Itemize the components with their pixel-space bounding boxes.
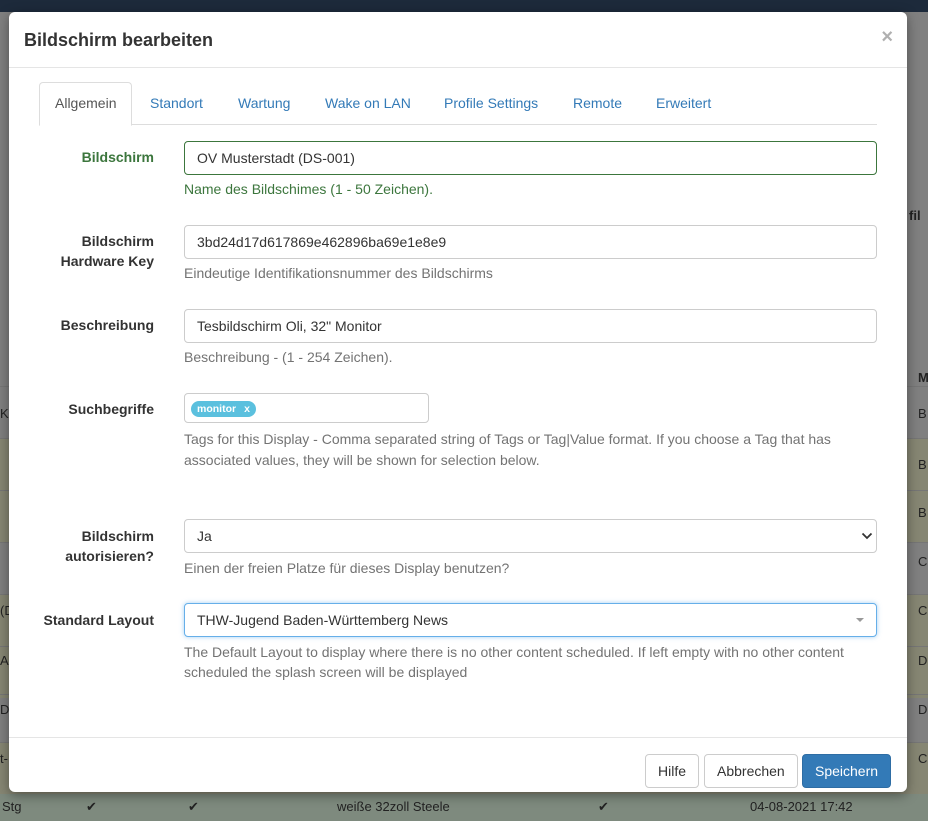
tag-remove-icon[interactable]: x	[244, 403, 250, 415]
hardware-key-label: Bildschirm Hardware Key	[34, 231, 154, 271]
default-layout-label: Standard Layout	[43, 612, 154, 628]
tab-standort[interactable]: Standort	[135, 82, 218, 125]
cancel-button[interactable]: Abbrechen	[704, 754, 798, 788]
hardware-key-input[interactable]: 3bd24d17d617869e462896ba69e1e8e9	[184, 225, 877, 259]
background-cell: t-	[0, 751, 8, 766]
tab-remote[interactable]: Remote	[558, 82, 637, 125]
tab-allgemein[interactable]: Allgemein	[39, 82, 133, 126]
background-cell: Stg	[2, 799, 22, 814]
background-column-header: fil	[909, 208, 921, 223]
tag-chip-label: monitor	[197, 403, 237, 415]
background-cell: C	[918, 554, 928, 569]
background-cell: B	[918, 406, 927, 421]
authorize-select[interactable]: Ja	[184, 519, 877, 553]
help-button[interactable]: Hilfe	[645, 754, 700, 788]
chevron-down-icon	[861, 532, 873, 540]
default-layout-select-value: THW-Jugend Baden-Württemberg News	[197, 612, 449, 628]
background-bottom-row: Stg ✔ ✔ weiße 32zoll Steele ✔ 04-08-2021…	[0, 794, 928, 821]
background-cell: D	[0, 702, 10, 717]
background-cell: weiße 32zoll Steele	[337, 799, 450, 814]
tags-help-line2: associated values, they will be shown fo…	[184, 452, 540, 468]
background-cell: C	[918, 751, 928, 766]
authorize-help: Einen der freien Platze für dieses Displ…	[184, 560, 510, 576]
display-name-label: Bildschirm	[81, 149, 154, 165]
description-help: Beschreibung - (1 - 254 Zeichen).	[184, 349, 393, 365]
description-label: Beschreibung	[60, 317, 154, 333]
caret-down-icon	[856, 618, 864, 622]
tab-wake-on-lan[interactable]: Wake on LAN	[310, 82, 426, 125]
background-cell: K	[0, 406, 9, 421]
modal-footer: Hilfe Abbrechen Speichern	[9, 737, 907, 792]
background-topbar	[0, 0, 928, 12]
tab-erweitert[interactable]: Erweitert	[641, 82, 726, 125]
hardware-key-label-line1: Bildschirm	[81, 233, 154, 249]
check-icon: ✔	[188, 799, 199, 814]
authorize-select-value: Ja	[197, 528, 212, 544]
modal-title: Bildschirm bearbeiten	[24, 30, 214, 50]
edit-display-modal: Bildschirm bearbeiten × Allgemein Stando…	[9, 12, 907, 792]
tab-bar: Allgemein Standort Wartung Wake on LAN P…	[39, 82, 877, 126]
background-column-header: M	[918, 370, 928, 385]
default-layout-select[interactable]: THW-Jugend Baden-Württemberg News	[184, 603, 877, 637]
background-cell: C	[918, 603, 928, 618]
tag-chip: monitor x	[191, 401, 256, 417]
authorize-label-line2: autorisieren?	[65, 548, 154, 564]
background-cell: B	[918, 505, 927, 520]
default-layout-help-line1: The Default Layout to display where ther…	[184, 644, 844, 660]
authorize-label: Bildschirm autorisieren?	[34, 526, 154, 566]
default-layout-help-line2: scheduled the splash screen will be disp…	[184, 664, 468, 680]
modal-header: Bildschirm bearbeiten ×	[9, 12, 907, 68]
tags-label: Suchbegriffe	[68, 401, 154, 417]
description-input[interactable]: Tesbildschirm Oli, 32" Monitor	[184, 309, 877, 343]
check-icon: ✔	[86, 799, 97, 814]
close-icon[interactable]: ×	[881, 26, 893, 49]
tab-wartung[interactable]: Wartung	[223, 82, 305, 125]
tab-profile-settings[interactable]: Profile Settings	[429, 82, 553, 125]
display-name-help: Name des Bildschimes (1 - 50 Zeichen).	[184, 181, 433, 197]
tags-help-line1: Tags for this Display - Comma separated …	[184, 431, 831, 447]
authorize-label-line1: Bildschirm	[81, 528, 154, 544]
check-icon: ✔	[598, 799, 609, 814]
hardware-key-help: Eindeutige Identifikationsnummer des Bil…	[184, 265, 493, 281]
display-name-input[interactable]: OV Musterstadt (DS-001)	[184, 141, 877, 175]
save-button[interactable]: Speichern	[802, 754, 892, 788]
background-cell: B	[918, 457, 927, 472]
hardware-key-label-line2: Hardware Key	[60, 253, 154, 269]
background-cell: D	[918, 702, 928, 717]
background-cell: 04-08-2021 17:42	[750, 799, 853, 814]
background-cell: D	[918, 653, 928, 668]
